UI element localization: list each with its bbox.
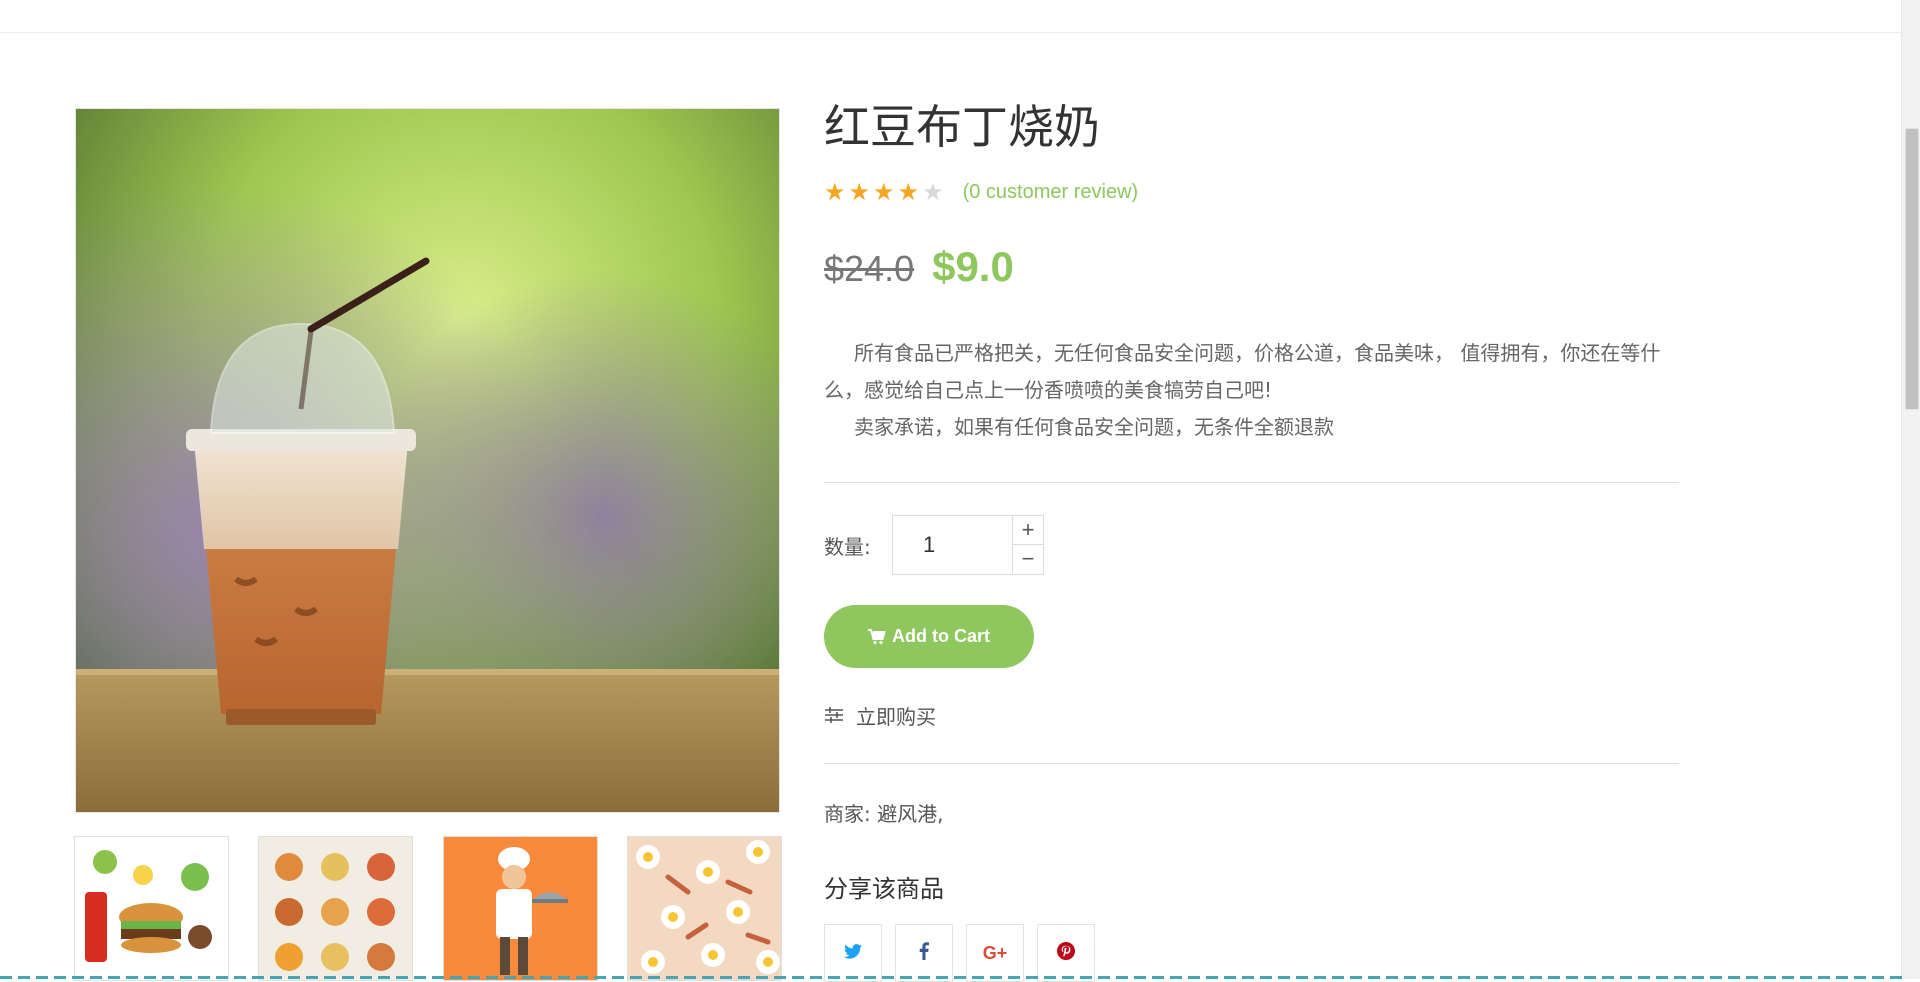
star-filled-icon: ★ [873, 178, 895, 207]
description-paragraph: 卖家承诺，如果有任何食品安全问题，无条件全额退款 [854, 415, 1334, 440]
shopping-cart-icon [868, 628, 886, 645]
add-to-cart-label: Add to Cart [892, 626, 990, 647]
quantity-increase-button[interactable]: + [1012, 516, 1043, 546]
merchant-info: 商家: 避风港, [824, 798, 1679, 827]
milk-tea-photo [76, 109, 779, 812]
page-scrollbar[interactable] [1901, 0, 1920, 979]
star-filled-icon: ★ [897, 178, 920, 207]
scrollbar-thumb[interactable] [1905, 128, 1919, 410]
thumbnail-chef[interactable] [443, 836, 598, 981]
product-title: 红豆布丁烧奶 [824, 100, 1100, 154]
food-plates-image [259, 837, 412, 980]
quantity-stepper: + − [892, 515, 1044, 576]
quantity-decrease-button[interactable]: − [1012, 545, 1043, 574]
share-pinterest-button[interactable] [1037, 924, 1095, 982]
divider [824, 482, 1679, 484]
share-buttons: G+ [824, 924, 1679, 982]
sliders-icon [824, 706, 844, 724]
facebook-icon [919, 942, 929, 964]
buy-now-link[interactable]: 立即购买 [824, 700, 1679, 730]
product-info: 红豆布丁烧奶 ★ ★ ★ ★ ★ (0 customer review) $24… [824, 100, 1679, 982]
review-count-link[interactable]: (0 customer review) [963, 181, 1139, 204]
original-price: $24.0 [824, 248, 915, 290]
product-rating: ★ ★ ★ ★ ★ (0 customer review) [824, 179, 1679, 205]
burger-collage-image [75, 837, 228, 980]
divider [824, 763, 1679, 765]
pinterest-icon [1057, 942, 1075, 964]
add-to-cart-button[interactable]: Add to Cart [824, 605, 1034, 669]
eggs-bacon-pattern-image [628, 837, 781, 980]
header-bar [0, 0, 1902, 33]
thumbnail-burger[interactable] [74, 836, 229, 981]
google-plus-icon: G+ [982, 942, 1008, 963]
merchant-label: 商家: [824, 802, 871, 827]
twitter-icon [844, 943, 862, 963]
star-filled-icon: ★ [848, 178, 871, 207]
quantity-input[interactable] [893, 516, 1011, 575]
sale-price: $9.0 [932, 243, 1014, 291]
share-twitter-button[interactable] [824, 924, 882, 982]
product-description: 所有食品已严格把关，无任何食品安全问题，价格公道，食品美味， 值得拥有，你还在等… [824, 335, 1679, 446]
share-facebook-button[interactable] [895, 924, 953, 982]
quantity-label: 数量: [824, 534, 871, 559]
merchant-name: 避风港, [877, 802, 944, 827]
thumbnail-food-plates[interactable] [258, 836, 413, 981]
star-filled-icon: ★ [824, 178, 846, 207]
star-empty-icon: ★ [922, 178, 944, 207]
chef-illustration-image [444, 837, 597, 980]
product-main-image[interactable] [75, 108, 780, 813]
share-heading: 分享该商品 [824, 875, 944, 904]
buy-now-label: 立即购买 [856, 704, 936, 729]
thumbnail-eggs-bacon[interactable] [627, 836, 782, 981]
quantity-row: 数量: + − [824, 515, 1679, 576]
share-google-plus-button[interactable]: G+ [966, 924, 1024, 982]
price-row: $24.0 $9.0 [824, 243, 1679, 291]
description-paragraph: 所有食品已严格把关，无任何食品安全问题，价格公道，食品美味， 值得拥有，你还在等… [824, 341, 1661, 403]
